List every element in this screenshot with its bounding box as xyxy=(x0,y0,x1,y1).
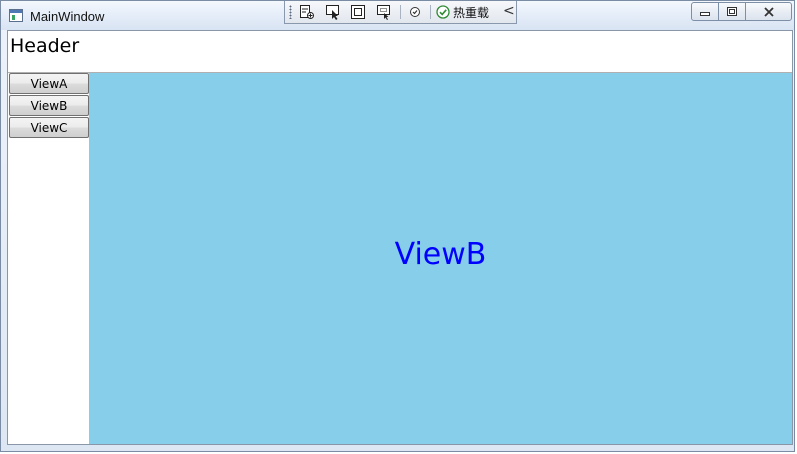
main-window: MainWindow 热重载 < Header ViewA ViewB View… xyxy=(0,0,795,452)
toolbar-grip-handle[interactable] xyxy=(289,5,292,19)
layout-adorner-icon[interactable] xyxy=(349,4,367,20)
pointer-select-icon[interactable] xyxy=(324,4,342,20)
caption-buttons xyxy=(691,2,792,21)
close-icon xyxy=(763,6,774,17)
collapse-toolbar-icon[interactable]: < xyxy=(503,3,515,19)
client-area: Header ViewA ViewB ViewC ViewB xyxy=(7,30,793,445)
header-text: Header xyxy=(10,35,80,57)
view-a-button[interactable]: ViewA xyxy=(9,73,89,94)
hot-reload-label: 热重载 xyxy=(453,5,490,20)
track-focus-icon[interactable] xyxy=(375,4,393,20)
select-element-icon[interactable] xyxy=(298,4,316,20)
nav-panel: ViewA ViewB ViewC xyxy=(8,73,89,444)
content-region: ViewB xyxy=(89,73,792,444)
close-button[interactable] xyxy=(745,2,792,21)
minimize-button[interactable] xyxy=(691,2,719,21)
maximize-button[interactable] xyxy=(718,2,746,21)
view-c-button[interactable]: ViewC xyxy=(9,117,89,138)
runtime-debug-toolbar: 热重载 < xyxy=(284,1,517,24)
minimize-icon xyxy=(700,11,710,16)
maximize-icon xyxy=(727,6,737,16)
app-window-icon xyxy=(9,9,23,22)
binding-failures-icon[interactable] xyxy=(406,4,424,20)
window-title: MainWindow xyxy=(30,9,105,24)
toolbar-separator xyxy=(430,5,431,19)
title-bar[interactable]: MainWindow 热重载 < xyxy=(1,1,794,30)
header-region: Header xyxy=(8,31,792,73)
current-view-label: ViewB xyxy=(394,237,487,272)
checkmark-circle-icon xyxy=(436,5,450,19)
hot-reload-button[interactable]: 热重载 xyxy=(436,4,489,20)
view-b-button[interactable]: ViewB xyxy=(9,95,89,116)
toolbar-separator xyxy=(400,5,401,19)
